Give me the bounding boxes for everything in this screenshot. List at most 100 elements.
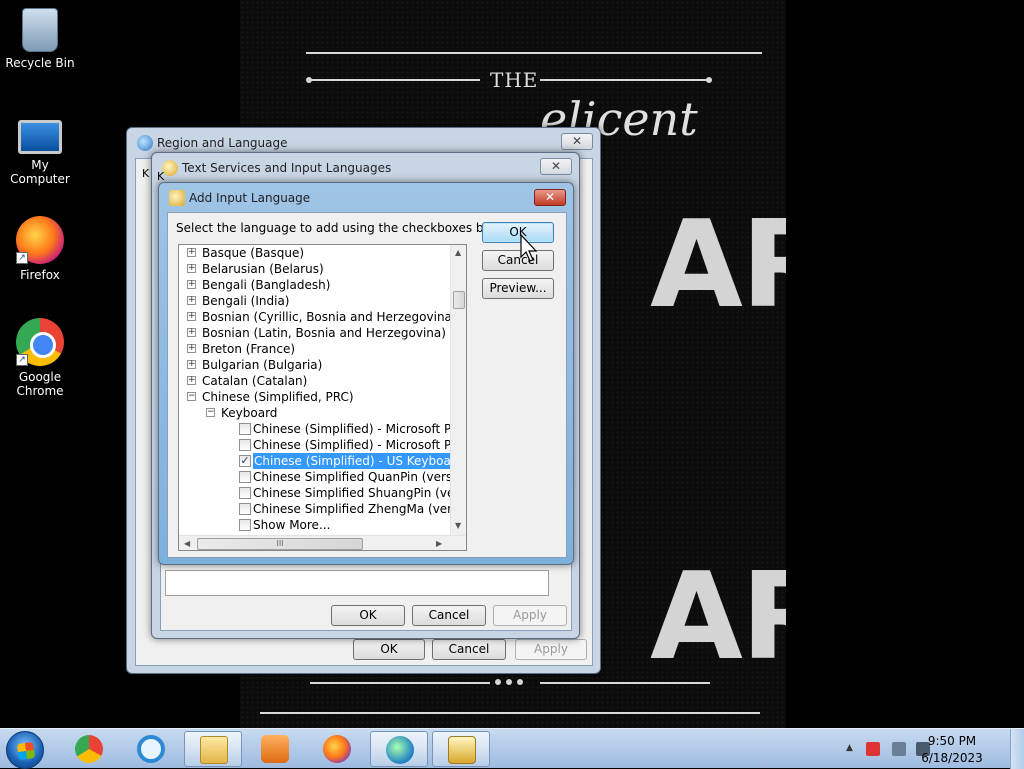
mouse-cursor-icon bbox=[520, 234, 538, 262]
desktop-icon-my-computer[interactable]: My Computer bbox=[0, 112, 80, 186]
list-box bbox=[165, 570, 549, 596]
checkbox[interactable] bbox=[239, 487, 251, 499]
firefox-icon bbox=[323, 735, 351, 763]
tree-item-label: Bosnian (Latin, Bosnia and Herzegovina) bbox=[202, 326, 446, 340]
collapse-icon[interactable]: − bbox=[206, 408, 215, 417]
chrome-icon: ↗ bbox=[16, 318, 64, 366]
taskbar-button[interactable] bbox=[370, 731, 428, 767]
globe-icon bbox=[137, 135, 153, 151]
desktop-icon-google-chrome[interactable]: ↗ Google Chrome bbox=[0, 318, 80, 398]
tree-item-label: Bengali (Bangladesh) bbox=[202, 278, 331, 292]
scroll-thumb[interactable] bbox=[453, 291, 465, 309]
dialog-cancel-button[interactable]: Cancel bbox=[482, 250, 554, 271]
language-tree[interactable]: + Basque (Basque) + Belarusian (Belarus) + Be… bbox=[178, 244, 467, 551]
checkbox[interactable] bbox=[239, 471, 251, 483]
shortcut-arrow-icon: ↗ bbox=[16, 252, 28, 264]
wallpaper-dot bbox=[517, 679, 523, 685]
start-button[interactable] bbox=[6, 731, 44, 769]
clock-date[interactable]: 6/18/2023 bbox=[912, 751, 992, 765]
checkbox[interactable] bbox=[239, 439, 251, 451]
expand-icon[interactable]: + bbox=[187, 376, 196, 385]
scroll-thumb-horizontal[interactable]: III bbox=[197, 538, 363, 550]
taskbar-button[interactable] bbox=[184, 731, 242, 767]
wallpaper-line bbox=[540, 682, 710, 684]
tree-item-label: Bulgarian (Bulgaria) bbox=[202, 358, 323, 372]
file-explorer-icon bbox=[200, 736, 228, 764]
media-player-icon bbox=[261, 735, 289, 763]
shortcut-arrow-icon: ↗ bbox=[16, 354, 28, 366]
computer-icon bbox=[18, 120, 62, 154]
checkbox[interactable]: ✓ bbox=[239, 455, 251, 467]
tree-item-label: Basque (Basque) bbox=[202, 246, 305, 260]
scroll-left-icon[interactable]: ◀ bbox=[184, 539, 190, 548]
scroll-down-icon[interactable]: ▼ bbox=[455, 521, 461, 530]
taskbar-button[interactable] bbox=[122, 731, 180, 767]
cancel-button[interactable]: Cancel bbox=[432, 639, 506, 660]
tree-item-label: Chinese (Simplified, PRC) bbox=[202, 390, 354, 404]
network-icon[interactable] bbox=[892, 742, 906, 756]
wallpaper-line bbox=[540, 79, 710, 81]
tab-label-stub: K bbox=[142, 167, 150, 180]
taskbar-button[interactable] bbox=[246, 731, 304, 767]
taskbar-button[interactable] bbox=[60, 731, 118, 767]
taskbar-button[interactable] bbox=[432, 731, 490, 767]
region-language-icon bbox=[386, 736, 414, 764]
action-center-flag-icon[interactable] bbox=[866, 742, 880, 756]
wallpaper-dot bbox=[495, 679, 501, 685]
horizontal-scrollbar[interactable]: ◀ III ▶ bbox=[179, 535, 466, 550]
collapse-icon[interactable]: − bbox=[187, 392, 196, 401]
scroll-right-icon[interactable]: ▶ bbox=[436, 539, 442, 548]
checkbox[interactable] bbox=[239, 423, 251, 435]
expand-icon[interactable]: + bbox=[187, 280, 196, 289]
expand-icon[interactable]: + bbox=[187, 296, 196, 305]
close-button[interactable]: ✕ bbox=[540, 158, 572, 175]
desktop-icon-label: Firefox bbox=[20, 268, 60, 282]
expand-icon[interactable]: + bbox=[187, 248, 196, 257]
tray-expand-icon[interactable]: ▲ bbox=[846, 743, 853, 753]
tree-item-label: Show More... bbox=[253, 518, 331, 532]
tree-item-label: Catalan (Catalan) bbox=[202, 374, 308, 388]
expand-icon[interactable]: + bbox=[187, 312, 196, 321]
firefox-icon: ↗ bbox=[16, 216, 64, 264]
chrome-icon bbox=[75, 735, 103, 763]
vertical-scrollbar[interactable]: ▲ ▼ bbox=[450, 245, 466, 535]
ok-button[interactable]: OK bbox=[331, 605, 405, 626]
window-title: Text Services and Input Languages bbox=[182, 161, 392, 175]
dialog-ok-button[interactable]: OK bbox=[482, 222, 554, 243]
apply-button[interactable]: Apply bbox=[493, 605, 567, 626]
apply-button[interactable]: Apply bbox=[515, 639, 587, 660]
checkbox[interactable] bbox=[239, 519, 251, 531]
expand-icon[interactable]: + bbox=[187, 328, 196, 337]
show-desktop-button[interactable] bbox=[1010, 729, 1024, 769]
desktop-icon-firefox[interactable]: ↗ Firefox bbox=[0, 216, 80, 282]
wallpaper-line bbox=[310, 79, 480, 81]
cancel-button[interactable]: Cancel bbox=[412, 605, 486, 626]
clock-time[interactable]: 9:50 PM bbox=[912, 734, 992, 748]
checkbox[interactable] bbox=[239, 503, 251, 515]
scroll-up-icon[interactable]: ▲ bbox=[455, 248, 461, 257]
wallpaper-dot bbox=[506, 679, 512, 685]
desktop-icon-label: Recycle Bin bbox=[5, 56, 75, 70]
expand-icon[interactable]: + bbox=[187, 264, 196, 273]
tree-item-label: Chinese Simplified ZhengMa (version 6.0) bbox=[253, 502, 466, 516]
preview-button[interactable]: Preview... bbox=[482, 278, 554, 299]
ok-button[interactable]: OK bbox=[353, 639, 425, 660]
expand-icon[interactable]: + bbox=[187, 360, 196, 369]
close-button[interactable]: ✕ bbox=[534, 189, 566, 206]
internet-explorer-icon bbox=[137, 735, 165, 763]
desktop-icon-recycle-bin[interactable]: Recycle Bin bbox=[0, 8, 80, 70]
wallpaper-dot bbox=[306, 77, 312, 83]
expand-icon[interactable]: + bbox=[187, 344, 196, 353]
taskbar-button[interactable] bbox=[308, 731, 366, 767]
desktop-icon-label: My Computer bbox=[10, 158, 70, 186]
tree-item-label: Chinese (Simplified) - US Keyboard bbox=[253, 453, 465, 469]
wallpaper-line bbox=[310, 682, 490, 684]
close-button[interactable]: ✕ bbox=[561, 133, 593, 150]
tree-item-label: Chinese (Simplified) - Microsoft Pinyin … bbox=[253, 438, 466, 452]
tree-item-label: Keyboard bbox=[221, 406, 278, 420]
tree-item-label: Belarusian (Belarus) bbox=[202, 262, 324, 276]
tree-item-label: Chinese (Simplified) - Microsoft Pinyin … bbox=[253, 422, 466, 436]
recycle-bin-icon bbox=[22, 8, 58, 52]
wallpaper-dot bbox=[706, 77, 712, 83]
keyboard-icon bbox=[448, 736, 476, 764]
